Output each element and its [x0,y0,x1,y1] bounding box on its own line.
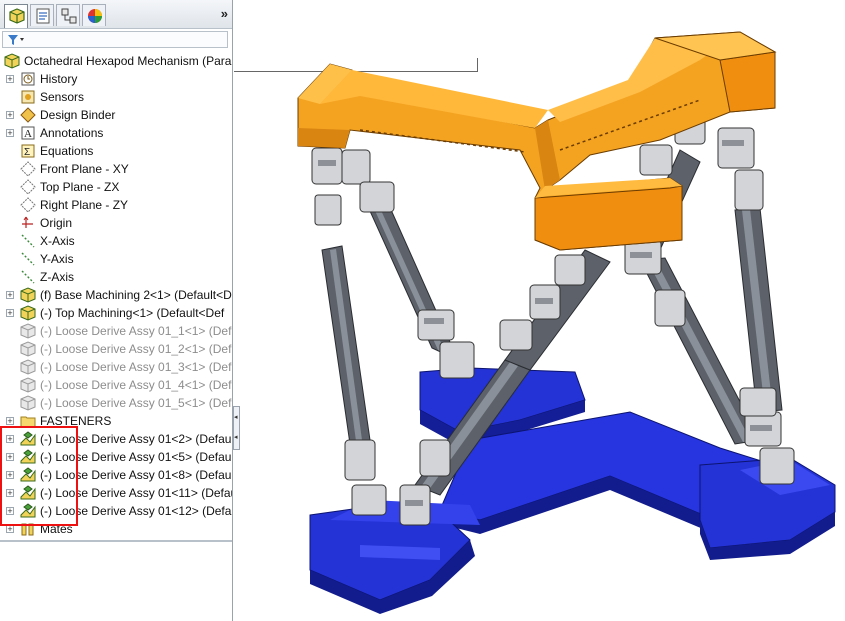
history-icon [21,72,35,86]
tree-item-loose-derive-assy-01-3-1-def[interactable]: (-) Loose Derive Assy 01_3<1> (Def [0,358,232,376]
assembly-icon [4,53,20,69]
tree-item-loose-derive-assy-01-4-1-def[interactable]: (-) Loose Derive Assy 01_4<1> (Def [0,376,232,394]
tree-item-label: Top Plane - ZX [40,180,120,194]
design-binder-icon [20,107,36,123]
expand-toggle[interactable]: + [6,525,14,534]
axis-icon [21,252,35,266]
tree-item-right-plane-zy[interactable]: Right Plane - ZY [0,196,232,214]
plane-icon [20,179,36,195]
tree-item-x-axis[interactable]: X-Axis [0,232,232,250]
selection-highlight-box [0,426,78,526]
expand-toggle[interactable]: + [6,309,14,318]
expand-toggle[interactable]: + [6,417,14,426]
graphics-viewport[interactable] [240,0,845,621]
tree-item-history[interactable]: + History [0,70,232,88]
tree-item-loose-derive-assy-01-5-1-def[interactable]: (-) Loose Derive Assy 01_5<1> (Def [0,394,232,412]
svg-text:A: A [24,128,32,140]
tree-item-label: History [40,72,78,86]
tree-item-label: (-) Loose Derive Assy 01_5<1> (Def [40,396,232,410]
tree-item-label: (-) Loose Derive Assy 01_4<1> (Def [40,378,232,392]
feature-manager-panel: » Octahedral Hexapod Mechanism (Paral + Hi… [0,0,233,621]
expand-toggle[interactable]: + [6,291,14,300]
axis-icon [21,270,35,284]
expand-toggle[interactable]: + [6,75,14,84]
tree-item-label: Sensors [40,90,85,104]
tree-item-label: Y-Axis [40,252,74,266]
equations-icon: Σ [21,144,35,158]
annotations-icon: A [21,126,35,140]
configuration-manager-icon [61,8,77,24]
tree-item-design-binder[interactable]: + Design Binder [0,106,232,124]
tree-item-origin[interactable]: Origin [0,214,232,232]
tab-property-manager[interactable] [30,4,54,26]
tree-item-loose-derive-assy-01-1-1-def[interactable]: (-) Loose Derive Assy 01_1<1> (Def [0,322,232,340]
origin-icon [22,216,33,228]
tree-item-equations[interactable]: Σ Equations [0,142,232,160]
part-icon [20,287,36,303]
panel-toolbar: » [0,0,232,29]
tree-item-annotations[interactable]: + A Annotations [0,124,232,142]
tree-item-label: Origin [40,216,73,230]
panel-splitter[interactable] [0,540,232,542]
sensors-icon [21,90,35,104]
root-assembly-label: Octahedral Hexapod Mechanism (Paral [24,54,233,68]
tree-root-assembly[interactable]: Octahedral Hexapod Mechanism (Paral [0,52,233,70]
tree-item-loose-derive-assy-01-2-1-def[interactable]: (-) Loose Derive Assy 01_2<1> (Def [0,340,232,358]
svg-text:Σ: Σ [24,147,30,158]
panel-collapse-handle[interactable]: ◂ ◂ [233,406,240,450]
tree-item-front-plane-xy[interactable]: Front Plane - XY [0,160,232,178]
plane-icon [20,161,36,177]
part-gray-icon [20,395,36,411]
tree-item-f-base-machining-2-1-default-d[interactable]: + (f) Base Machining 2<1> (Default<D [0,286,232,304]
part-icon [20,305,36,321]
tree-item-label: (-) Top Machining<1> (Default<Def [40,306,225,320]
tree-item-label: Front Plane - XY [40,162,129,176]
tree-item-label: Right Plane - ZY [40,198,129,212]
tree-item-y-axis[interactable]: Y-Axis [0,250,232,268]
tree-item-label: Equations [40,144,94,158]
tree-item-top-plane-zx[interactable]: Top Plane - ZX [0,178,232,196]
part-gray-icon [20,341,36,357]
tab-display-manager[interactable] [82,4,106,26]
tab-configuration-manager[interactable] [56,4,80,26]
expand-panel-button[interactable]: » [221,6,228,21]
display-manager-icon [88,9,102,23]
part-gray-icon [20,323,36,339]
tree-item-z-axis[interactable]: Z-Axis [0,268,232,286]
funnel-icon [8,35,24,45]
tree-item-label: (-) Loose Derive Assy 01_1<1> (Def [40,324,232,338]
filter-box[interactable] [2,31,228,48]
part-gray-icon [20,377,36,393]
feature-tree-icon [9,8,25,24]
tree-item-label: (-) Loose Derive Assy 01_3<1> (Def [40,360,232,374]
property-manager-icon [36,8,50,24]
part-gray-icon [20,359,36,375]
axis-icon [21,234,35,248]
tree-item-label: X-Axis [40,234,75,248]
plane-icon [20,197,36,213]
tree-item-sensors[interactable]: Sensors [0,88,232,106]
tree-item-top-machining-1-default-def[interactable]: + (-) Top Machining<1> (Default<Def [0,304,232,322]
tree-item-label: Z-Axis [40,270,74,284]
tree-item-label: (f) Base Machining 2<1> (Default<D [40,288,232,302]
tree-item-label: Design Binder [40,108,116,122]
expand-toggle[interactable]: + [6,111,14,120]
tree-item-label: (-) Loose Derive Assy 01_2<1> (Def [40,342,232,356]
expand-toggle[interactable]: + [6,129,14,138]
tree-item-label: Annotations [40,126,104,140]
tab-feature-manager[interactable] [4,4,28,28]
